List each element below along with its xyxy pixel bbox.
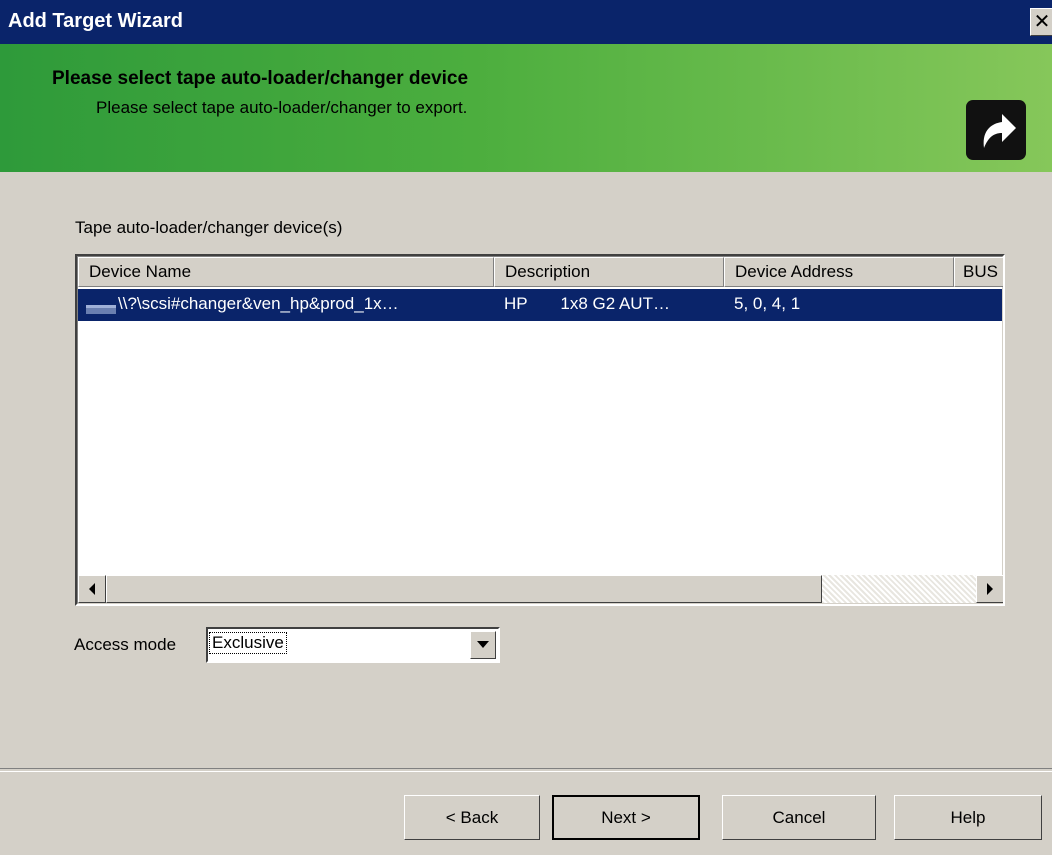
scroll-right-button[interactable] [976, 575, 1003, 603]
table-row[interactable]: \\?\scsi#changer&ven_hp&prod_1x… HP 1x8 … [78, 289, 1002, 321]
access-mode-value: Exclusive [209, 632, 287, 654]
column-header-device-name[interactable]: Device Name [78, 257, 494, 287]
footer-divider [0, 768, 1052, 772]
access-mode-label: Access mode [74, 635, 177, 654]
column-header-device-address[interactable]: Device Address [724, 257, 954, 287]
device-list[interactable]: Device Name Description Device Address B… [75, 254, 1005, 606]
title-bar: Add Target Wizard ✕ [0, 0, 1052, 44]
device-address-cell: 5, 0, 4, 1 [734, 294, 801, 313]
close-button[interactable]: ✕ [1030, 8, 1052, 36]
close-icon: ✕ [1033, 11, 1051, 33]
cancel-button[interactable]: Cancel [722, 795, 876, 840]
window-title: Add Target Wizard [8, 10, 184, 32]
wizard-header-banner: Please select tape auto-loader/changer d… [0, 44, 1052, 172]
device-list-label: Tape auto-loader/changer device(s) [75, 218, 343, 237]
device-description-cell: HP 1x8 G2 AUT… [504, 294, 670, 313]
arrow-left-icon [89, 583, 95, 595]
tape-changer-icon [86, 305, 116, 314]
back-button[interactable]: < Back [404, 795, 540, 840]
column-header-description[interactable]: Description [494, 257, 724, 287]
column-header-bus[interactable]: BUS [954, 257, 1003, 287]
page-subtitle: Please select tape auto-loader/changer t… [96, 98, 468, 117]
list-header: Device Name Description Device Address B… [78, 257, 1003, 287]
horizontal-scrollbar[interactable] [78, 575, 1003, 603]
scrollbar-track[interactable] [822, 575, 978, 603]
help-button[interactable]: Help [894, 795, 1042, 840]
next-button[interactable]: Next > [552, 795, 700, 840]
access-mode-dropdown-button[interactable] [470, 631, 496, 659]
device-name-cell: \\?\scsi#changer&ven_hp&prod_1x… [118, 294, 399, 313]
scroll-left-button[interactable] [78, 575, 106, 603]
export-arrow-icon [966, 100, 1026, 160]
scrollbar-thumb[interactable] [106, 575, 822, 603]
access-mode-select[interactable]: Exclusive [206, 627, 500, 663]
arrow-right-icon [987, 583, 993, 595]
page-title: Please select tape auto-loader/changer d… [52, 68, 469, 89]
chevron-down-icon [477, 641, 489, 648]
